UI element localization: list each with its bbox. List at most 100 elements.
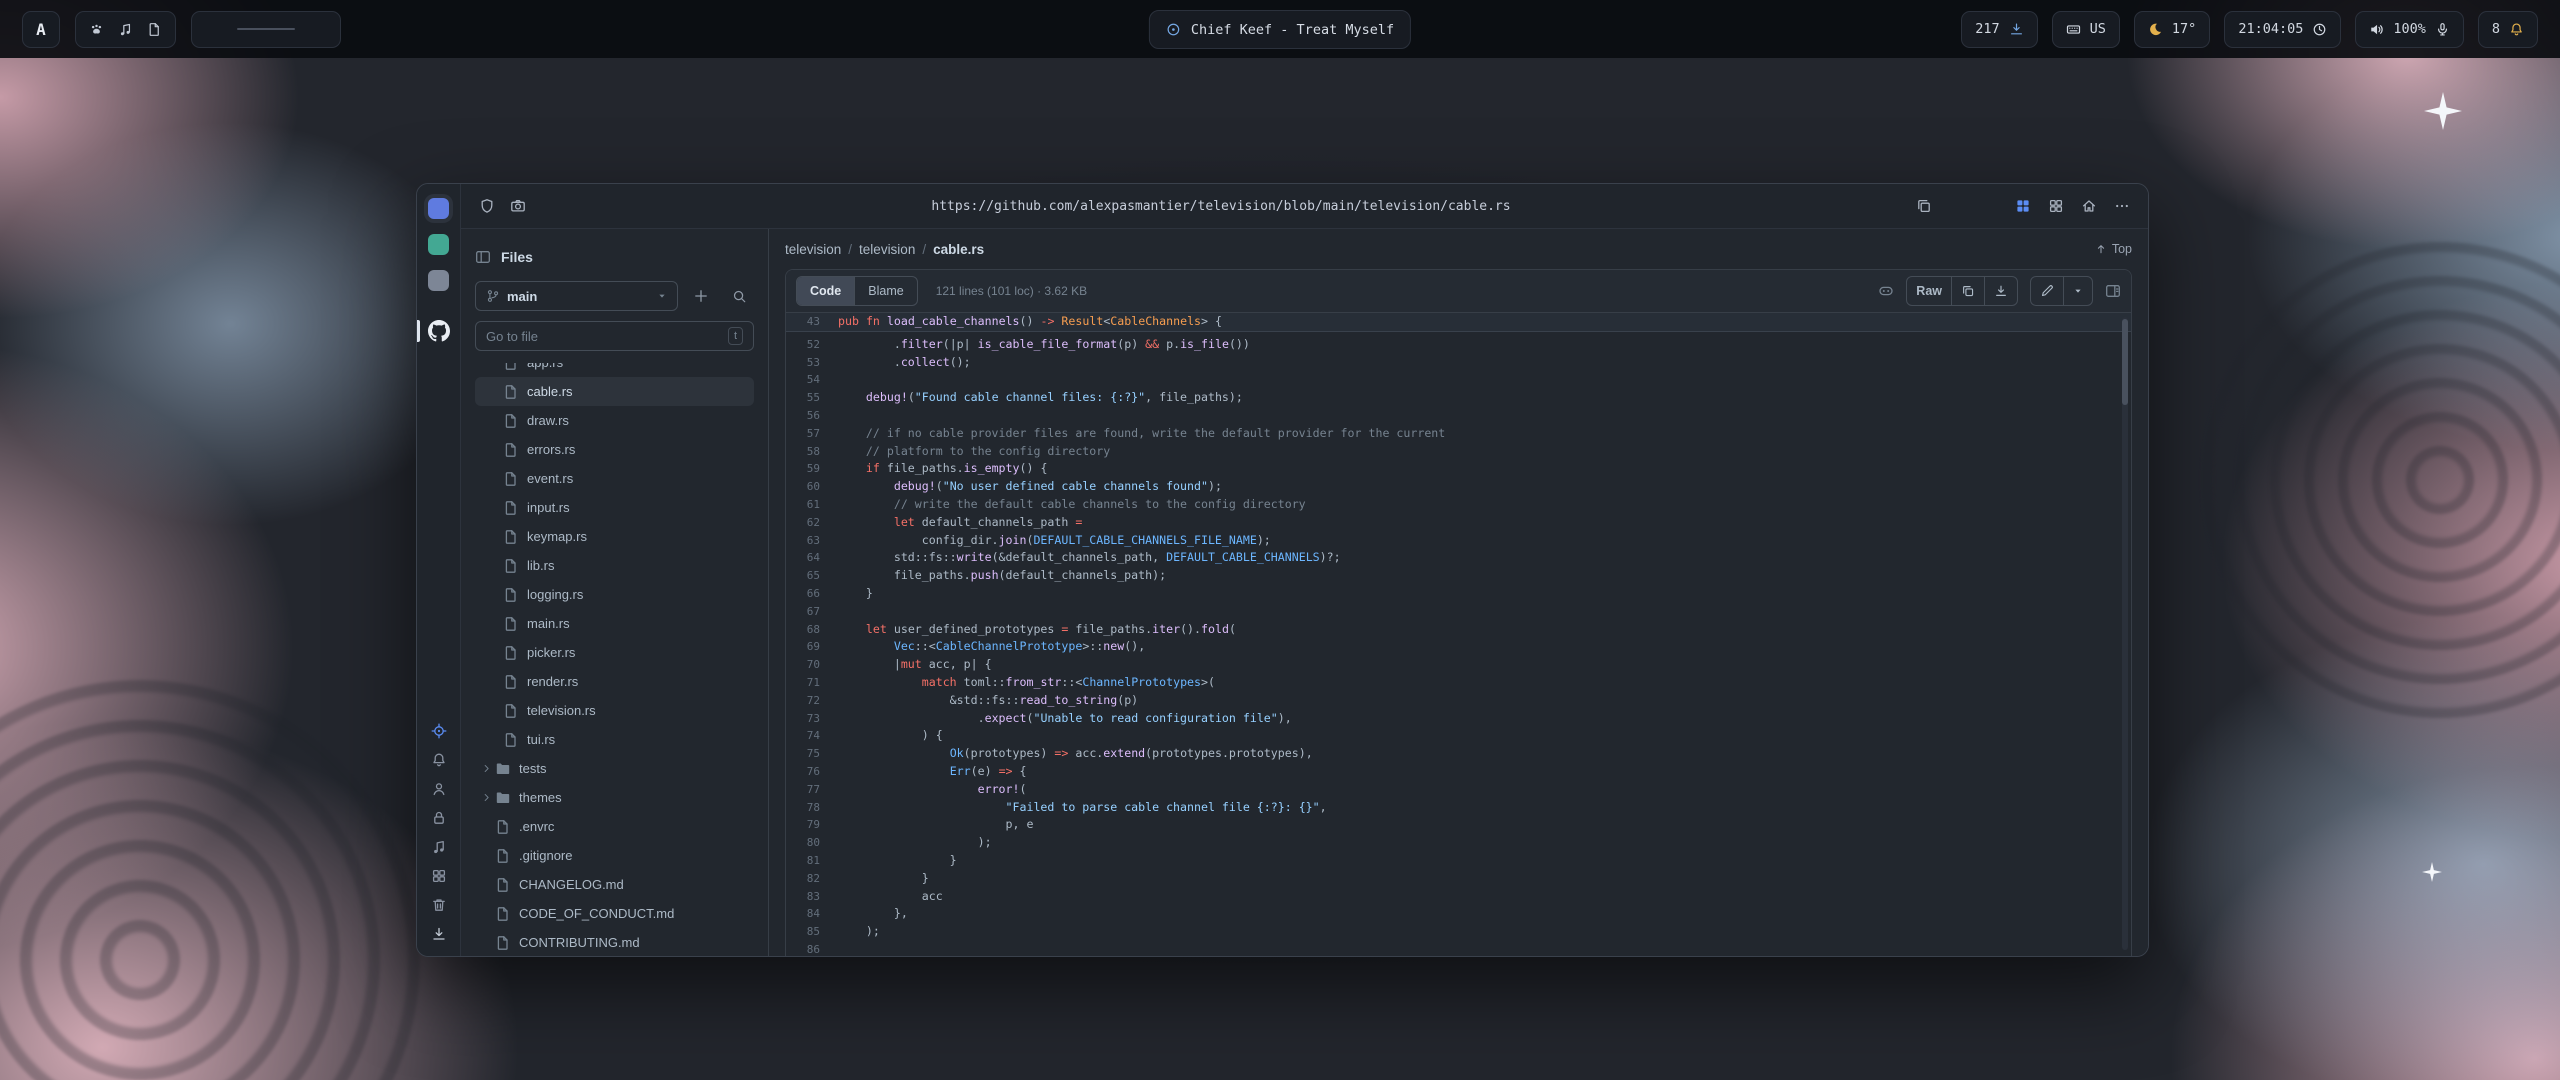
line-number[interactable]: 72 [786, 692, 820, 710]
code-tab[interactable]: Code [797, 277, 854, 305]
tree-item-app.rs[interactable]: app.rs [475, 363, 754, 377]
line-number[interactable]: 62 [786, 514, 820, 532]
tree-item-picker.rs[interactable]: picker.rs [475, 638, 754, 667]
lock-icon[interactable] [431, 810, 447, 826]
scrollbar-thumb[interactable] [2122, 319, 2128, 405]
tree-item-.envrc[interactable]: .envrc [475, 812, 754, 841]
tree-item-render.rs[interactable]: render.rs [475, 667, 754, 696]
tree-item-.gitignore[interactable]: .gitignore [475, 841, 754, 870]
line-number[interactable]: 71 [786, 674, 820, 692]
active-tab-github[interactable] [417, 315, 460, 347]
bell-icon[interactable] [431, 752, 447, 768]
add-file-button[interactable] [686, 281, 716, 311]
tree-item-main.rs[interactable]: main.rs [475, 609, 754, 638]
copy-link-icon[interactable] [1916, 198, 1932, 214]
back-to-top-link[interactable]: Top [2095, 242, 2132, 256]
line-number[interactable]: 43 [786, 313, 820, 331]
line-number[interactable]: 74 [786, 727, 820, 745]
music-note-icon[interactable] [118, 22, 133, 37]
crosshair-icon[interactable] [431, 723, 447, 739]
now-playing-module[interactable]: Chief Keef - Treat Myself [1149, 10, 1411, 49]
line-number[interactable]: 73 [786, 710, 820, 728]
line-number[interactable]: 61 [786, 496, 820, 514]
download-icon[interactable] [431, 926, 447, 942]
tree-item-input.rs[interactable]: input.rs [475, 493, 754, 522]
paw-icon[interactable] [89, 22, 104, 37]
edit-dropdown[interactable] [2063, 277, 2092, 305]
edit-button[interactable] [2031, 277, 2063, 305]
notifications-module[interactable]: 8 [2478, 11, 2538, 48]
window-title-module[interactable] [191, 11, 341, 48]
tree-item-cable.rs[interactable]: cable.rs [475, 377, 754, 406]
line-number[interactable]: 57 [786, 425, 820, 443]
clock-module[interactable]: 21:04:05 [2224, 11, 2341, 48]
line-number[interactable]: 85 [786, 923, 820, 941]
line-number[interactable]: 76 [786, 763, 820, 781]
shield-icon[interactable] [479, 198, 495, 214]
line-number[interactable]: 77 [786, 781, 820, 799]
copy-raw-button[interactable] [1951, 277, 1984, 305]
tree-item-lib.rs[interactable]: lib.rs [475, 551, 754, 580]
line-number[interactable]: 82 [786, 870, 820, 888]
search-files-button[interactable] [724, 281, 754, 311]
tree-item-event.rs[interactable]: event.rs [475, 464, 754, 493]
download-raw-button[interactable] [1984, 277, 2017, 305]
line-number[interactable]: 68 [786, 621, 820, 639]
home-icon[interactable] [2081, 198, 2097, 214]
pinned-tab-1[interactable] [428, 198, 449, 219]
person-icon[interactable] [431, 781, 447, 797]
collapse-sidebar-icon[interactable] [475, 249, 491, 265]
breadcrumb-repo[interactable]: television [785, 242, 841, 257]
line-number[interactable]: 78 [786, 799, 820, 817]
tree-item-draw.rs[interactable]: draw.rs [475, 406, 754, 435]
weather-module[interactable]: 17° [2134, 11, 2210, 48]
line-number[interactable]: 70 [786, 656, 820, 674]
line-number[interactable]: 83 [786, 888, 820, 906]
line-number[interactable]: 80 [786, 834, 820, 852]
tree-item-CODE_OF_CONDUCT.md[interactable]: CODE_OF_CONDUCT.md [475, 899, 754, 928]
tree-item-themes[interactable]: themes [475, 783, 754, 812]
code-scrollbar[interactable] [2122, 317, 2128, 950]
line-number[interactable]: 54 [786, 371, 820, 389]
grid-icon[interactable] [431, 868, 447, 884]
keyboard-layout-module[interactable]: US [2052, 11, 2120, 48]
tree-item-CHANGELOG.md[interactable]: CHANGELOG.md [475, 870, 754, 899]
tree-item-tests[interactable]: tests [475, 754, 754, 783]
line-number[interactable]: 66 [786, 585, 820, 603]
pinned-tab-3[interactable] [428, 270, 449, 291]
more-options-icon[interactable] [2114, 198, 2130, 214]
breadcrumb-folder[interactable]: television [859, 242, 915, 257]
line-number[interactable]: 64 [786, 549, 820, 567]
music-note-icon[interactable] [431, 839, 447, 855]
line-number[interactable]: 55 [786, 389, 820, 407]
pinned-tab-2[interactable] [428, 234, 449, 255]
tree-item-television.rs[interactable]: television.rs [475, 696, 754, 725]
copilot-icon[interactable] [1878, 283, 1894, 299]
line-number[interactable]: 81 [786, 852, 820, 870]
line-number[interactable]: 84 [786, 905, 820, 923]
line-number[interactable]: 63 [786, 532, 820, 550]
line-number[interactable]: 60 [786, 478, 820, 496]
screenshot-icon[interactable] [510, 198, 526, 214]
line-number[interactable]: 67 [786, 603, 820, 621]
branch-selector[interactable]: main [475, 281, 678, 311]
updates-module[interactable]: 217 [1961, 11, 2037, 48]
launcher-button[interactable]: A [22, 11, 60, 48]
symbols-panel-icon[interactable] [2105, 283, 2121, 299]
raw-button[interactable]: Raw [1907, 277, 1951, 305]
tree-item-tui.rs[interactable]: tui.rs [475, 725, 754, 754]
line-number[interactable]: 52 [786, 336, 820, 354]
notes-icon[interactable] [147, 22, 162, 37]
line-number[interactable]: 65 [786, 567, 820, 585]
line-number[interactable]: 56 [786, 407, 820, 425]
url-bar[interactable]: https://github.com/alexpasmantier/televi… [931, 199, 1510, 214]
line-number[interactable]: 53 [786, 354, 820, 372]
blame-tab[interactable]: Blame [854, 277, 916, 305]
line-number[interactable]: 58 [786, 443, 820, 461]
go-to-file-input[interactable]: Go to file t [475, 321, 754, 351]
tree-item-CONTRIBUTING.md[interactable]: CONTRIBUTING.md [475, 928, 754, 956]
trash-icon[interactable] [431, 897, 447, 913]
tree-item-errors.rs[interactable]: errors.rs [475, 435, 754, 464]
line-number[interactable]: 79 [786, 816, 820, 834]
extension-icon[interactable] [2048, 198, 2064, 214]
